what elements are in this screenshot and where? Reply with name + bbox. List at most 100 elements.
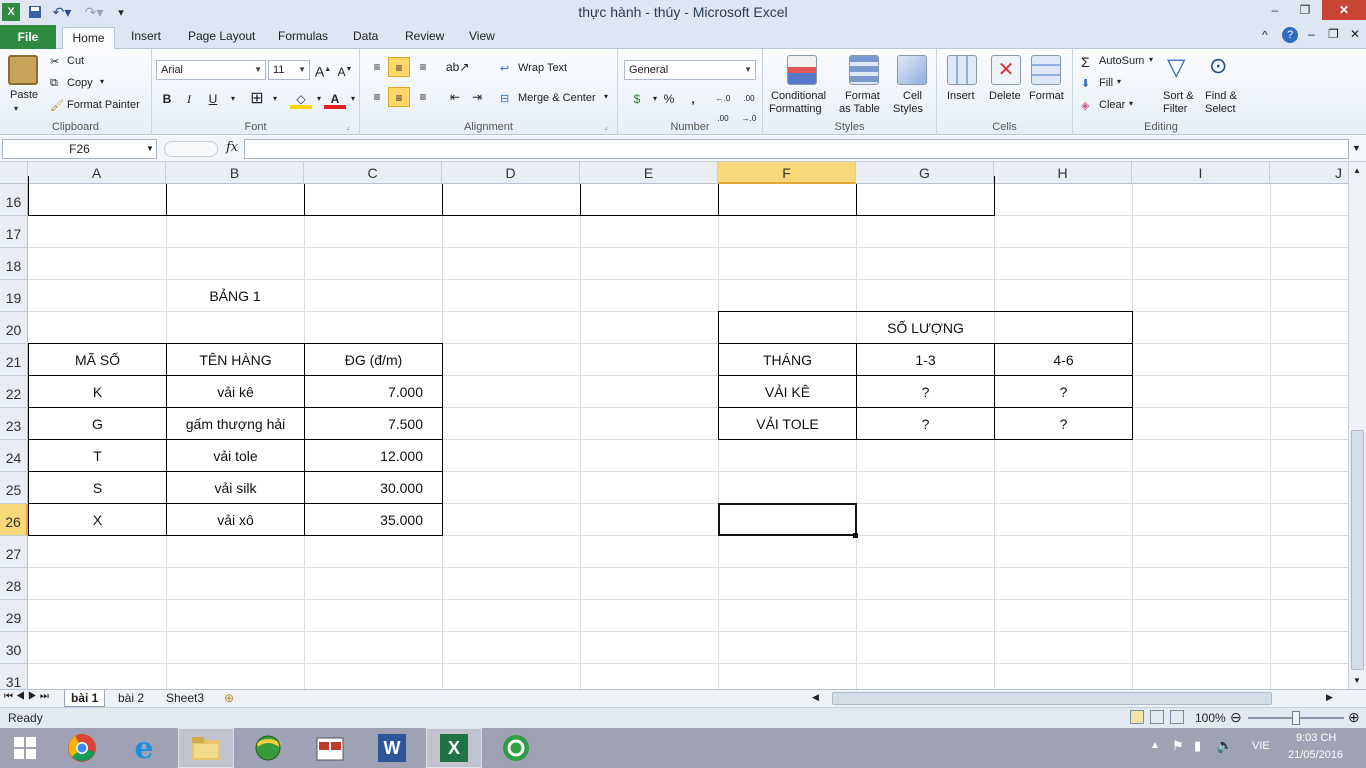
scroll-right-icon[interactable]: ▶ bbox=[1326, 692, 1333, 703]
name-box-dropdown-icon[interactable]: ▼ bbox=[146, 144, 154, 153]
sort-filter-icon[interactable]: ▽ bbox=[1167, 53, 1185, 82]
fill-icon[interactable]: ⬇ bbox=[1081, 77, 1090, 90]
table2-cell[interactable]: ? bbox=[994, 407, 1133, 440]
tab-page-layout[interactable]: Page Layout bbox=[188, 29, 255, 43]
fill-handle[interactable] bbox=[853, 533, 858, 538]
table1-cell[interactable]: 35.000 bbox=[304, 503, 443, 536]
column-header-i[interactable]: I bbox=[1132, 162, 1270, 184]
table1-cell[interactable]: 30.000 bbox=[304, 471, 443, 504]
clear-icon[interactable]: ◈ bbox=[1081, 99, 1089, 112]
table2-cell[interactable]: VẢI KÊ bbox=[718, 375, 857, 408]
autosum-icon[interactable]: Σ bbox=[1081, 54, 1090, 70]
decrease-decimal-icon[interactable]: .00 →.0 bbox=[736, 89, 762, 123]
table2-cell[interactable]: ? bbox=[856, 375, 995, 408]
table1-cell[interactable]: vải kê bbox=[166, 375, 305, 408]
format-painter-button[interactable]: Format Painter bbox=[67, 99, 140, 111]
zoom-in-icon[interactable]: ⊕ bbox=[1348, 709, 1360, 726]
format-cells-icon[interactable] bbox=[1031, 55, 1061, 85]
merge-center-icon[interactable]: ⊟ bbox=[500, 92, 509, 105]
row-header-31[interactable]: 31 bbox=[0, 664, 28, 689]
name-box[interactable]: F26 bbox=[2, 139, 157, 159]
comma-button[interactable]: , bbox=[682, 89, 704, 109]
clear-button[interactable]: Clear bbox=[1099, 99, 1125, 111]
paste-icon[interactable] bbox=[8, 55, 38, 85]
cell-styles-icon[interactable] bbox=[897, 55, 927, 85]
table1-header-ma-so[interactable]: MÃ SỐ bbox=[28, 343, 167, 376]
insert-cells-icon[interactable] bbox=[947, 55, 977, 85]
app3-taskbar-button[interactable] bbox=[488, 728, 544, 768]
sheet-nav-icon[interactable]: ⏮◀▶⏭ bbox=[4, 691, 52, 702]
font-name-select[interactable]: Arial ▼ bbox=[156, 60, 266, 80]
tab-formulas[interactable]: Formulas bbox=[278, 29, 328, 43]
ie-taskbar-button[interactable]: e bbox=[116, 728, 172, 768]
borders-dropdown-icon[interactable]: ▾ bbox=[264, 89, 286, 109]
row-header-22[interactable]: 22 bbox=[0, 376, 28, 408]
table2-cell[interactable]: VẢI TOLE bbox=[718, 407, 857, 440]
shrink-font-icon[interactable]: A▼ bbox=[334, 60, 356, 80]
minimize-ribbon-icon[interactable]: ^ bbox=[1262, 28, 1268, 42]
row-header-30[interactable]: 30 bbox=[0, 632, 28, 664]
table1-cell[interactable]: 12.000 bbox=[304, 439, 443, 472]
clear-dropdown-icon[interactable]: ▾ bbox=[1129, 99, 1133, 108]
align-left-icon[interactable]: ≡ bbox=[366, 87, 388, 107]
format-as-table-button[interactable]: Format bbox=[845, 90, 880, 102]
bang1-title[interactable]: BẢNG 1 bbox=[166, 280, 304, 312]
font-size-select[interactable]: 11 ▼ bbox=[268, 60, 310, 80]
row-header-16[interactable]: 16 bbox=[0, 184, 28, 216]
row-header-18[interactable]: 18 bbox=[0, 248, 28, 280]
number-format-select[interactable]: General ▼ bbox=[624, 60, 756, 80]
page-layout-view-icon[interactable] bbox=[1150, 710, 1164, 724]
percent-button[interactable]: % bbox=[658, 89, 680, 109]
app-taskbar-button[interactable] bbox=[240, 728, 296, 768]
tab-review[interactable]: Review bbox=[405, 29, 444, 43]
delete-cells-icon[interactable]: ✕ bbox=[991, 55, 1021, 85]
clock-date[interactable]: 21/05/2016 bbox=[1288, 749, 1343, 761]
language-indicator[interactable]: VIE bbox=[1252, 740, 1270, 752]
chrome-taskbar-button[interactable] bbox=[54, 728, 110, 768]
table2-title[interactable]: SỐ LƯỢNG bbox=[718, 311, 1133, 344]
zoom-out-icon[interactable]: ⊖ bbox=[1230, 709, 1242, 726]
sheet-tab-bai-1[interactable]: bài 1 bbox=[64, 690, 106, 707]
restore-button[interactable]: ❐ bbox=[1290, 0, 1320, 20]
zoom-level[interactable]: 100% bbox=[1195, 711, 1226, 725]
horizontal-scroll-thumb[interactable] bbox=[832, 692, 1272, 705]
vertical-scroll-thumb[interactable] bbox=[1351, 430, 1364, 670]
table2-header-q2[interactable]: 4-6 bbox=[994, 343, 1133, 376]
copy-button[interactable]: Copy bbox=[67, 77, 93, 89]
formula-bar-expand-handle[interactable] bbox=[164, 141, 218, 157]
table1-cell[interactable]: vải tole bbox=[166, 439, 305, 472]
formula-input[interactable] bbox=[244, 139, 1349, 159]
row-header-19[interactable]: 19 bbox=[0, 280, 28, 312]
zoom-slider-thumb[interactable] bbox=[1292, 711, 1300, 725]
excel-taskbar-button[interactable]: X bbox=[426, 728, 482, 768]
grow-font-icon[interactable]: A▲ bbox=[312, 60, 334, 80]
row-header-28[interactable]: 28 bbox=[0, 568, 28, 600]
minimize-button[interactable]: – bbox=[1260, 0, 1290, 20]
copy-dropdown-icon[interactable]: ▾ bbox=[100, 77, 104, 86]
doc-minimize-icon[interactable]: – bbox=[1308, 27, 1315, 41]
table2-header-thang[interactable]: THÁNG bbox=[718, 343, 857, 376]
table1-cell[interactable]: vải xô bbox=[166, 503, 305, 536]
row-header-17[interactable]: 17 bbox=[0, 216, 28, 248]
tab-insert[interactable]: Insert bbox=[131, 29, 161, 43]
action-center-icon[interactable]: ⚑ bbox=[1172, 738, 1184, 754]
clock-time[interactable]: 9:03 CH bbox=[1296, 732, 1336, 744]
underline-dropdown-icon[interactable]: ▾ bbox=[222, 89, 244, 109]
column-header-h[interactable]: H bbox=[994, 162, 1132, 184]
autosum-dropdown-icon[interactable]: ▾ bbox=[1149, 55, 1153, 64]
table1-cell[interactable]: X bbox=[28, 503, 167, 536]
align-center-icon[interactable]: ≡ bbox=[388, 87, 410, 107]
worksheet-grid[interactable]: A B C D E F G H I J 16 17 18 19 20 21 22… bbox=[0, 162, 1348, 689]
insert-button[interactable]: Insert bbox=[947, 90, 975, 102]
tab-view[interactable]: View bbox=[469, 29, 495, 43]
paste-dropdown-icon[interactable]: ▾ bbox=[14, 104, 18, 113]
sort-filter-button[interactable]: Sort & bbox=[1163, 90, 1194, 102]
merge-dropdown-icon[interactable]: ▾ bbox=[604, 92, 608, 101]
row-header-21[interactable]: 21 bbox=[0, 344, 28, 376]
bold-button[interactable]: B bbox=[156, 89, 178, 109]
app2-taskbar-button[interactable] bbox=[302, 728, 358, 768]
increase-indent-icon[interactable]: ⇥ bbox=[466, 87, 488, 107]
table1-cell[interactable]: 7.000 bbox=[304, 375, 443, 408]
table1-header-don-gia[interactable]: ĐG (đ/m) bbox=[304, 343, 443, 376]
scroll-up-icon[interactable]: ▲ bbox=[1353, 166, 1361, 175]
